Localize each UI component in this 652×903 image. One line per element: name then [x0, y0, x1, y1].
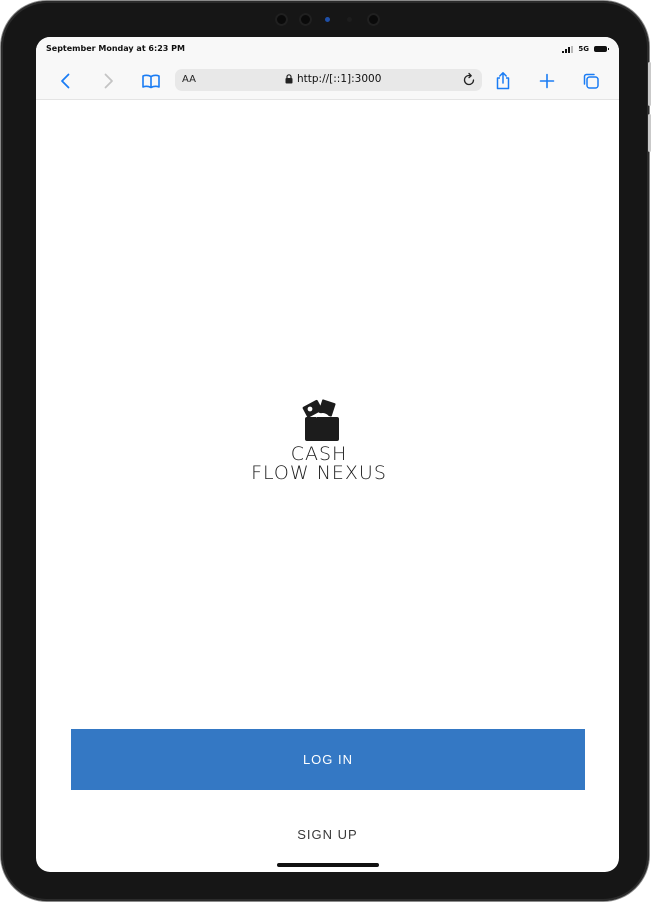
- bookmarks-icon[interactable]: [141, 71, 161, 91]
- sensor-icon: [347, 17, 352, 22]
- top-button: [648, 62, 651, 106]
- text-size-button[interactable]: AA: [182, 74, 196, 85]
- share-icon[interactable]: [493, 71, 513, 91]
- sensor-icon: [325, 17, 330, 22]
- reload-icon[interactable]: [461, 72, 477, 88]
- app-logo: CASH FLOW NEXUS: [239, 399, 409, 489]
- signal-icon: [562, 45, 574, 53]
- camera-icon: [367, 13, 380, 26]
- tabs-icon[interactable]: [581, 71, 601, 91]
- status-indicators: 5G: [562, 45, 609, 53]
- home-indicator[interactable]: [277, 863, 379, 867]
- status-bar: September Monday at 6:23 PM 5G: [36, 37, 619, 63]
- new-tab-icon[interactable]: [537, 71, 557, 91]
- network-label: 5G: [578, 45, 589, 53]
- logo-text-line2: FLOW NEXUS: [251, 462, 387, 484]
- volume-button: [648, 114, 651, 152]
- signup-link[interactable]: SIGN UP: [36, 827, 619, 842]
- battery-icon: [594, 46, 609, 52]
- browser-toolbar: AA http://[::1]:3000: [36, 63, 619, 100]
- tablet-frame: September Monday at 6:23 PM 5G AA http:/…: [1, 1, 649, 901]
- back-icon[interactable]: [56, 71, 76, 91]
- wallet-icon: [302, 399, 339, 441]
- address-bar[interactable]: AA http://[::1]:3000: [175, 69, 482, 91]
- camera-icon: [275, 13, 288, 26]
- login-button[interactable]: LOG IN: [71, 729, 585, 790]
- status-time: September Monday at 6:23 PM: [46, 44, 185, 53]
- camera-bar: [269, 13, 385, 27]
- forward-icon[interactable]: [98, 71, 118, 91]
- lock-icon: [285, 74, 293, 84]
- url-text: http://[::1]:3000: [297, 73, 382, 85]
- url-display[interactable]: http://[::1]:3000: [285, 73, 381, 85]
- screen: September Monday at 6:23 PM 5G AA http:/…: [36, 37, 619, 872]
- camera-icon: [299, 13, 312, 26]
